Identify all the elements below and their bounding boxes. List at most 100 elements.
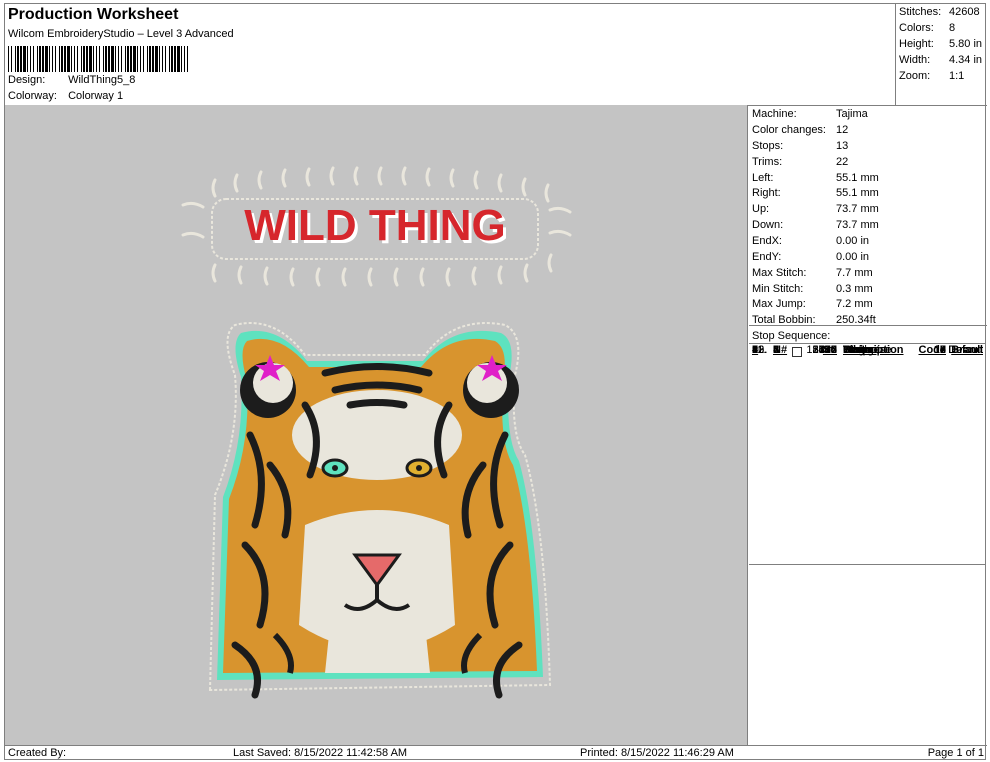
- barcode-bar: [89, 46, 92, 72]
- barcode-bar: [52, 46, 53, 72]
- design-label: Design:: [8, 74, 46, 86]
- created-by: Created By:: [8, 747, 67, 759]
- design-row: Design: WildThing5_8: [8, 74, 135, 86]
- height-label: Height:: [899, 38, 934, 50]
- info-divider: [749, 325, 987, 326]
- barcode-bar: [27, 46, 28, 72]
- colors-value: 8: [949, 22, 956, 34]
- row-num: 13.: [752, 344, 768, 356]
- barcode-bar: [37, 46, 38, 72]
- barcode-bar: [181, 46, 182, 72]
- barcode-bar: [96, 46, 97, 72]
- barcode-bar: [17, 46, 19, 72]
- barcode-bar: [125, 46, 126, 72]
- info-value: 7.7 mm: [836, 267, 873, 279]
- barcode-bar: [86, 46, 88, 72]
- barcode-bar: [64, 46, 66, 72]
- barcode-bar: [23, 46, 26, 72]
- info-row: EndY: 0.00 in: [752, 251, 869, 263]
- barcode-bar: [108, 46, 110, 72]
- barcode: [8, 46, 188, 72]
- barcode-bar: [30, 46, 31, 72]
- info-value: 22: [836, 156, 849, 168]
- info-label: EndY:: [752, 251, 782, 263]
- info-label: Stops:: [752, 140, 784, 152]
- stitches-value: 42608: [949, 6, 980, 18]
- design-value: WildThing5_8: [68, 74, 136, 86]
- row-stitches: 677: [818, 344, 837, 356]
- row-description: White: [843, 344, 872, 356]
- barcode-bar: [55, 46, 56, 72]
- info-row: Left: 55.1 mm: [752, 172, 879, 184]
- info-row: EndX: 0.00 in: [752, 235, 869, 247]
- barcode-bar: [74, 46, 75, 72]
- zoom-label: Zoom:: [899, 70, 931, 82]
- row-needle: 5: [773, 344, 780, 356]
- barcode-bar: [187, 46, 188, 72]
- colorway-value: Colorway 1: [68, 90, 124, 102]
- info-value: Tajima: [836, 108, 868, 120]
- colorway-row: Colorway: Colorway 1: [8, 90, 123, 102]
- software-name: Wilcom EmbroideryStudio – Level 3 Advanc…: [8, 28, 234, 40]
- info-row: Right: 55.1 mm: [752, 187, 879, 199]
- page-footer: Created By: Last Saved: 8/15/2022 11:42:…: [5, 745, 987, 760]
- barcode-bar: [149, 46, 151, 72]
- info-label: Down:: [752, 219, 784, 231]
- width-row: Width: 4.34 in: [899, 54, 982, 66]
- barcode-bar: [59, 46, 60, 72]
- info-value: 55.1 mm: [836, 187, 879, 199]
- barcode-bar: [111, 46, 114, 72]
- row-code: 13: [933, 344, 946, 356]
- barcode-bar: [83, 46, 85, 72]
- barcode-bar: [127, 46, 129, 72]
- stitches-row: Stitches: 42608: [899, 6, 980, 18]
- info-value: 7.2 mm: [836, 298, 873, 310]
- barcode-bar: [133, 46, 136, 72]
- barcode-bar: [39, 46, 41, 72]
- barcode-bar: [67, 46, 70, 72]
- barcode-bar: [8, 46, 9, 72]
- barcode-bar: [99, 46, 100, 72]
- info-value: 73.7 mm: [836, 203, 879, 215]
- info-label: Trims:: [752, 156, 783, 168]
- barcode-bar: [140, 46, 141, 72]
- info-label: Right:: [752, 187, 781, 199]
- barcode-bar: [155, 46, 158, 72]
- info-row: Up: 73.7 mm: [752, 203, 879, 215]
- barcode-bar: [118, 46, 119, 72]
- barcode-bar: [81, 46, 82, 72]
- info-label: EndX:: [752, 235, 782, 247]
- info-value: 12: [836, 124, 849, 136]
- barcode-bar: [162, 46, 163, 72]
- colorway-label: Colorway:: [8, 90, 57, 102]
- info-value: 55.1 mm: [836, 172, 879, 184]
- stop-sequence-title: Stop Sequence:: [752, 330, 831, 342]
- height-value: 5.80 in: [949, 38, 983, 50]
- design-preview: WILD THING WILD THING: [5, 105, 748, 745]
- barcode-bar: [11, 46, 12, 72]
- barcode-bar: [174, 46, 176, 72]
- colors-row: Colors: 8: [899, 22, 955, 34]
- info-row: Max Stitch: 7.7 mm: [752, 267, 873, 279]
- info-row: Min Stitch: 0.3 mm: [752, 283, 873, 295]
- info-row: Color changes: 12: [752, 124, 848, 136]
- info-row: Down: 73.7 mm: [752, 219, 879, 231]
- page-number: Page 1 of 1: [927, 747, 984, 759]
- width-value: 4.34 in: [949, 54, 983, 66]
- barcode-bar: [159, 46, 160, 72]
- info-label: Color changes:: [752, 124, 826, 136]
- barcode-bar: [103, 46, 104, 72]
- stop-sequence-table: # N# St. Description Code Brand 1. 5 3140 W…: [749, 343, 986, 565]
- zoom-row: Zoom: 1:1: [899, 70, 964, 82]
- barcode-bar: [147, 46, 148, 72]
- info-row: Stops: 13: [752, 140, 848, 152]
- barcode-bar: [77, 46, 78, 72]
- zoom-value: 1:1: [949, 70, 965, 82]
- barcode-bar: [45, 46, 48, 72]
- barcode-bar: [137, 46, 138, 72]
- info-label: Left:: [752, 172, 774, 184]
- info-value: 0.00 in: [836, 251, 870, 263]
- barcode-bar: [165, 46, 166, 72]
- barcode-bar: [15, 46, 16, 72]
- info-row: Max Jump: 7.2 mm: [752, 298, 873, 310]
